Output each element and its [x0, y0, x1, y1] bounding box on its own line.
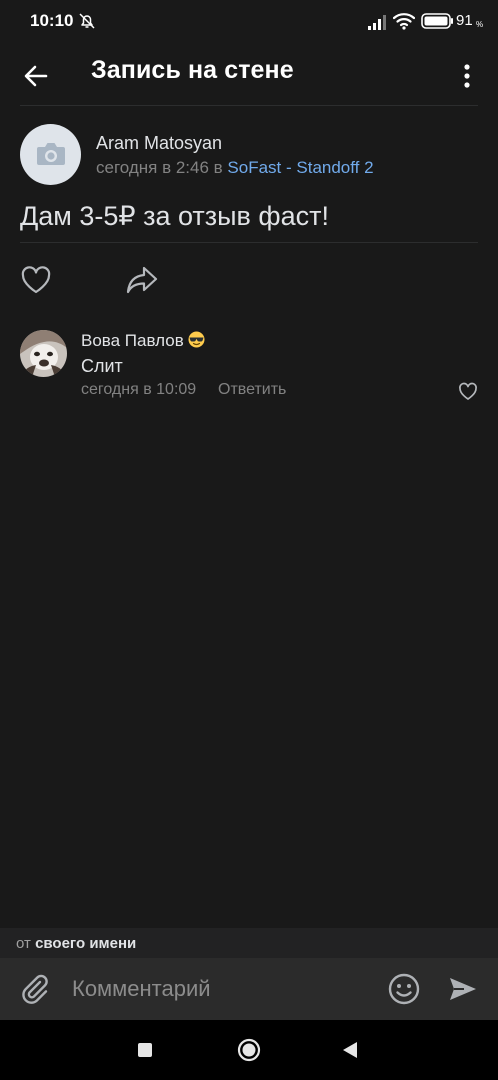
avatar-photo-icon	[20, 330, 67, 377]
nav-back-icon[interactable]	[342, 1041, 358, 1059]
post-divider	[20, 242, 478, 243]
page-title: Запись на стене	[91, 56, 294, 84]
post-meta: сегодня в 2:46 в SoFast - Standoff 2	[96, 158, 374, 178]
signal-icon	[368, 15, 386, 30]
share-arrow-icon[interactable]	[124, 264, 160, 296]
heart-icon[interactable]	[20, 265, 52, 295]
post-author-avatar[interactable]	[20, 124, 81, 185]
comment-author-avatar[interactable]	[20, 330, 67, 377]
post-group-link[interactable]: SoFast - Standoff 2	[227, 158, 373, 177]
paperclip-icon[interactable]	[18, 972, 52, 1006]
sunglasses-emoji-icon	[188, 331, 205, 348]
recent-apps-button[interactable]	[138, 1043, 152, 1057]
comment-date: сегодня в 10:09	[81, 381, 197, 398]
system-nav-bar	[0, 1020, 498, 1080]
comment-author-name[interactable]: Вова Павлов	[81, 331, 205, 351]
more-vertical-icon[interactable]	[452, 58, 482, 94]
battery-icon	[421, 13, 453, 29]
post-date: сегодня в 2:46 в	[96, 158, 228, 177]
camera-icon	[37, 143, 65, 165]
comment-heart-icon[interactable]	[458, 382, 478, 401]
status-time: 10:10	[30, 11, 74, 30]
comment-input[interactable]	[62, 968, 372, 1010]
comment-as-bar[interactable]: от своего имени	[0, 928, 498, 958]
battery-suffix: %	[476, 20, 484, 29]
battery-level: 91	[456, 12, 473, 29]
comment-author-text: Вова Павлов	[81, 331, 184, 350]
post-text: Дам 3-5₽ за отзыв фаст!	[20, 201, 329, 231]
header-divider	[20, 105, 478, 106]
comment-as-identity[interactable]: своего имени	[35, 935, 136, 952]
post-author-name[interactable]: Aram Matosyan	[96, 133, 222, 154]
home-button-icon[interactable]	[237, 1038, 261, 1062]
status-bar: 10:10 91 %	[0, 0, 498, 44]
bell-off-icon	[79, 13, 95, 29]
comment-as-prefix: от	[16, 935, 36, 952]
app-bar: Запись на стене	[0, 44, 498, 106]
wifi-icon	[393, 13, 415, 30]
back-arrow-icon[interactable]	[18, 58, 54, 94]
comment-as-label: от своего имени	[16, 935, 136, 952]
smiley-icon[interactable]	[387, 972, 421, 1006]
comment-text: Слит	[81, 356, 123, 376]
comment-composer	[0, 958, 498, 1020]
comment-reply-button[interactable]: Ответить	[218, 381, 286, 399]
send-icon[interactable]	[447, 973, 479, 1005]
